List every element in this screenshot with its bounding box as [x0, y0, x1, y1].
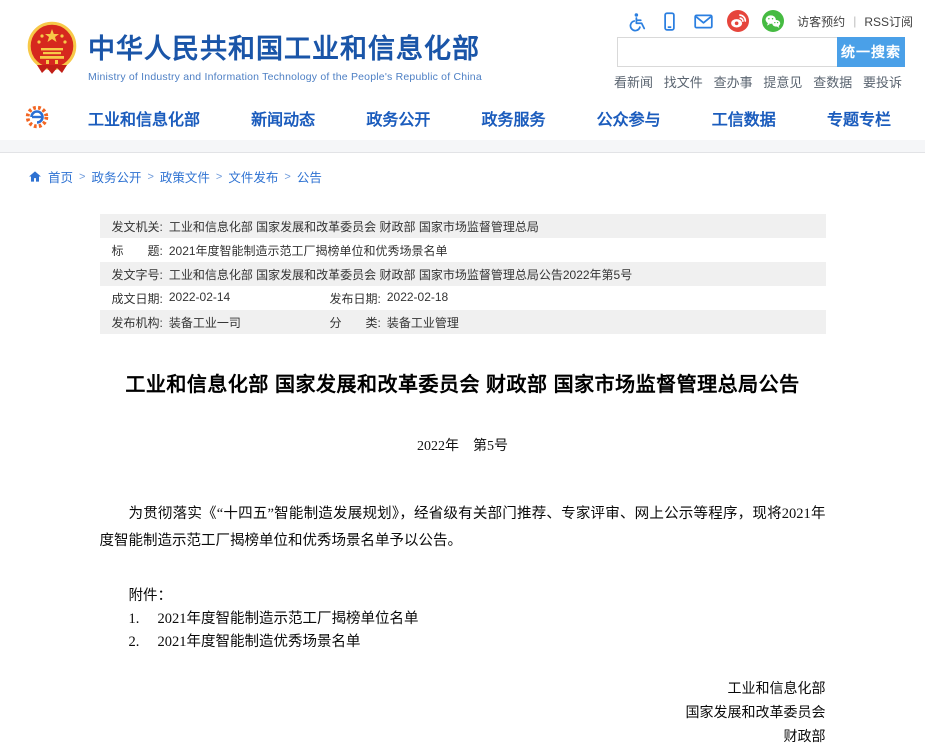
- nav-divider-strip: [0, 140, 925, 153]
- rss-subscribe-link[interactable]: RSS订阅: [864, 13, 913, 30]
- meta-value: 工业和信息化部 国家发展和改革委员会 财政部 国家市场监督管理总局公告2022年…: [169, 266, 632, 283]
- document-container: 发文机关: 工业和信息化部 国家发展和改革委员会 财政部 国家市场监督管理总局 …: [100, 214, 826, 751]
- mail-icon[interactable]: [693, 11, 714, 32]
- announcement-body: 为贯彻落实《“十四五”智能制造发展规划》，经省级有关部门推荐、专家评审、网上公示…: [100, 501, 826, 751]
- meta-row-publisher: 发布机构: 装备工业一司 分 类: 装备工业管理: [100, 310, 826, 334]
- signature-line: 财政部: [100, 726, 826, 750]
- quick-link-suggestions[interactable]: 提意见: [763, 72, 802, 91]
- meta-label: 发文机关:: [112, 218, 163, 235]
- meta-label: 分 类:: [330, 314, 381, 331]
- meta-label: 发布机构:: [112, 314, 163, 331]
- main-nav: 工业和信息化部 新闻动态 政务公开 政务服务 公众参与 工信数据 专题专栏: [0, 95, 925, 140]
- nav-item-special-topics[interactable]: 专题专栏: [827, 106, 891, 130]
- signature-block: 工业和信息化部 国家发展和改革委员会 财政部 国家市场监督管理总局: [100, 678, 826, 751]
- breadcrumb-announcement[interactable]: 公告: [297, 167, 322, 186]
- utility-bar: 访客预约 | RSS订阅: [625, 10, 913, 32]
- mobile-icon[interactable]: [659, 11, 680, 32]
- quick-links: 看新闻 找文件 查办事 提意见 查数据 要投诉: [614, 72, 902, 91]
- quick-link-files[interactable]: 找文件: [664, 72, 703, 91]
- meta-label: 成文日期:: [112, 290, 163, 307]
- accessibility-icon[interactable]: [625, 11, 646, 32]
- attachment-item-1[interactable]: 1. 2021年度智能制造示范工厂揭榜单位名单: [129, 608, 826, 631]
- meta-value: 装备工业管理: [387, 314, 459, 331]
- signature-line: 工业和信息化部: [100, 678, 826, 702]
- breadcrumb-home[interactable]: 首页: [48, 167, 73, 186]
- attachment-number: 2.: [129, 631, 158, 654]
- nav-item-public-participation[interactable]: 公众参与: [597, 106, 661, 130]
- quick-link-news[interactable]: 看新闻: [614, 72, 653, 91]
- breadcrumb-gov-disclosure[interactable]: 政务公开: [91, 167, 141, 186]
- search-bar: 统一搜索: [617, 37, 905, 67]
- meta-value: 工业和信息化部 国家发展和改革委员会 财政部 国家市场监督管理总局: [169, 218, 539, 235]
- quick-link-data[interactable]: 查数据: [813, 72, 852, 91]
- site-subtitle: Ministry of Industry and Information Tec…: [88, 71, 482, 83]
- attachment-item-2[interactable]: 2. 2021年度智能制造优秀场景名单: [129, 631, 826, 654]
- meta-label: 发布日期:: [330, 290, 381, 307]
- quick-link-complaints[interactable]: 要投诉: [863, 72, 902, 91]
- breadcrumb-separator: >: [284, 171, 290, 183]
- announcement-number: 2022年 第5号: [100, 435, 826, 455]
- search-input[interactable]: [617, 37, 837, 67]
- utility-links: 访客预约 | RSS订阅: [797, 13, 913, 30]
- quick-link-services[interactable]: 查办事: [714, 72, 753, 91]
- meta-row-title: 标 题: 2021年度智能制造示范工厂揭榜单位和优秀场景名单: [100, 238, 826, 262]
- announcement-title: 工业和信息化部 国家发展和改革委员会 财政部 国家市场监督管理总局公告: [100, 368, 826, 397]
- national-emblem-logo: [27, 21, 77, 77]
- meta-value: 2022-02-14: [169, 290, 230, 307]
- miit-gear-logo-icon: [25, 105, 49, 129]
- breadcrumb-file-release[interactable]: 文件发布: [228, 167, 278, 186]
- document-meta-table: 发文机关: 工业和信息化部 国家发展和改革委员会 财政部 国家市场监督管理总局 …: [100, 214, 826, 334]
- attachments-section: 附件： 1. 2021年度智能制造示范工厂揭榜单位名单 2. 2021年度智能制…: [100, 585, 826, 654]
- attachment-text: 2021年度智能制造示范工厂揭榜单位名单: [158, 608, 419, 631]
- breadcrumb-separator: >: [147, 171, 153, 183]
- meta-value: 装备工业一司: [169, 314, 241, 331]
- divider: |: [853, 14, 856, 28]
- nav-item-news[interactable]: 新闻动态: [251, 106, 315, 130]
- meta-label: 标 题:: [112, 242, 163, 259]
- announcement-paragraph: 为贯彻落实《“十四五”智能制造发展规划》，经省级有关部门推荐、专家评审、网上公示…: [100, 501, 826, 555]
- breadcrumb-policy-files[interactable]: 政策文件: [160, 167, 210, 186]
- nav-item-gov-disclosure[interactable]: 政务公开: [366, 106, 430, 130]
- meta-row-issuing-agency: 发文机关: 工业和信息化部 国家发展和改革委员会 财政部 国家市场监督管理总局: [100, 214, 826, 238]
- signature-line: 国家发展和改革委员会: [100, 702, 826, 726]
- meta-value: 2021年度智能制造示范工厂揭榜单位和优秀场景名单: [169, 242, 448, 259]
- home-icon[interactable]: [28, 170, 42, 183]
- meta-label: 发文字号:: [112, 266, 163, 283]
- nav-item-miit[interactable]: 工业和信息化部: [88, 106, 200, 130]
- breadcrumb: 首页 > 政务公开 > 政策文件 > 文件发布 > 公告: [28, 167, 925, 186]
- wechat-icon[interactable]: [762, 10, 784, 32]
- unified-search-button[interactable]: 统一搜索: [837, 37, 905, 67]
- site-title: 中华人民共和国工业和信息化部: [88, 27, 482, 66]
- breadcrumb-separator: >: [79, 171, 85, 183]
- weibo-icon[interactable]: [727, 10, 749, 32]
- attachments-label: 附件：: [100, 585, 826, 608]
- site-header: 中华人民共和国工业和信息化部 Ministry of Industry and …: [0, 0, 925, 95]
- nav-item-gov-services[interactable]: 政务服务: [481, 106, 545, 130]
- meta-value: 2022-02-18: [387, 290, 448, 307]
- attachment-text: 2021年度智能制造优秀场景名单: [158, 631, 361, 654]
- nav-item-data[interactable]: 工信数据: [712, 106, 776, 130]
- attachment-number: 1.: [129, 608, 158, 631]
- meta-row-dates: 成文日期: 2022-02-14 发布日期: 2022-02-18: [100, 286, 826, 310]
- visitor-appointment-link[interactable]: 访客预约: [797, 13, 845, 30]
- breadcrumb-separator: >: [216, 171, 222, 183]
- meta-row-doc-number: 发文字号: 工业和信息化部 国家发展和改革委员会 财政部 国家市场监督管理总局公…: [100, 262, 826, 286]
